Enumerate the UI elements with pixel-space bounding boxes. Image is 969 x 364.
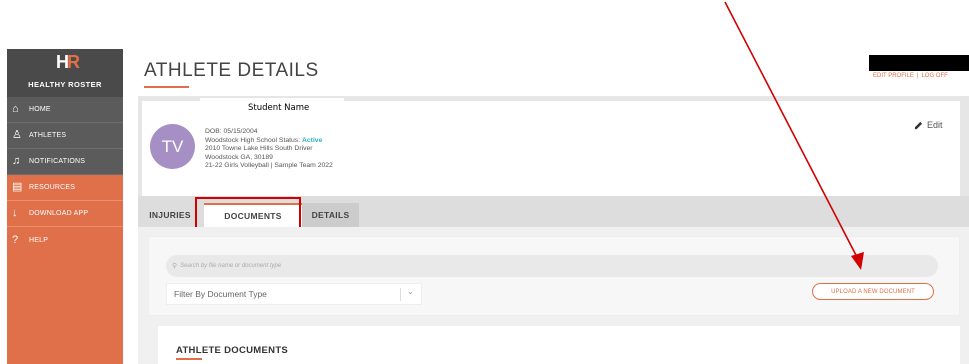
annotation-arrow (724, 1, 864, 270)
